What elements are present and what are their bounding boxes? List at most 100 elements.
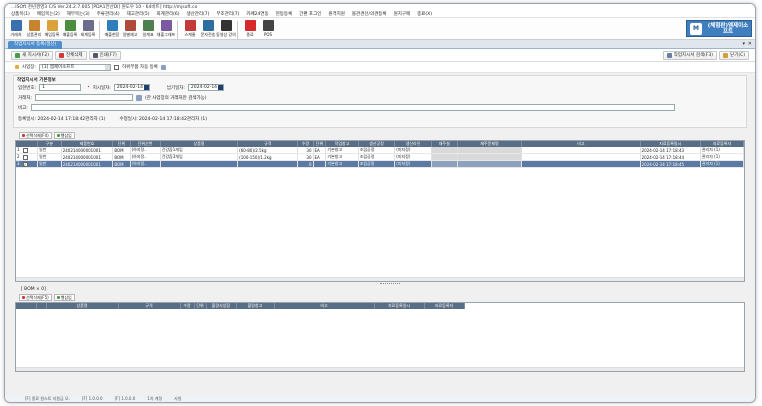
toolbar-button[interactable]: 회계등록 bbox=[79, 20, 97, 39]
table-cell[interactable]: 일반 bbox=[37, 160, 62, 168]
grid1-delete-button[interactable]: 선택삭제(F4) bbox=[19, 132, 52, 139]
table-cell[interactable]: 기본창고 bbox=[325, 153, 359, 161]
table-cell[interactable] bbox=[457, 153, 523, 161]
tab-dropdown-icon[interactable]: ▾ bbox=[742, 41, 745, 47]
table-cell[interactable]: (미지정) bbox=[394, 153, 432, 161]
print-button[interactable]: 인쇄(F7) bbox=[88, 50, 121, 60]
menu-item[interactable]: 원격지원 bbox=[328, 11, 345, 17]
column-header[interactable]: 비고 bbox=[274, 303, 375, 309]
menu-item[interactable]: 종료(X) bbox=[417, 11, 432, 17]
table-cell[interactable] bbox=[431, 160, 458, 168]
table-cell[interactable]: 3 bbox=[16, 160, 39, 168]
table-cell[interactable]: 기본창고 bbox=[325, 160, 359, 168]
menu-item[interactable]: 간편 포그인 bbox=[299, 11, 321, 17]
auto-register-checkbox[interactable] bbox=[113, 64, 119, 70]
table-cell[interactable] bbox=[521, 160, 641, 168]
column-header[interactable]: 수량 bbox=[180, 303, 195, 309]
column-header[interactable]: 상품명 bbox=[46, 303, 119, 309]
tab-work-order[interactable]: 작업지시서 등록(생산) bbox=[8, 41, 63, 49]
tab-close-icon[interactable]: ✕ bbox=[748, 41, 752, 47]
row-checkbox[interactable] bbox=[22, 154, 28, 160]
search-order-button[interactable]: 작업지시서 검색(F3) bbox=[662, 51, 718, 60]
table-cell[interactable]: 관리자 (1) bbox=[700, 153, 745, 161]
menu-item[interactable]: 볼관견신/의견등록 bbox=[352, 11, 387, 17]
menu-item[interactable]: 현등등록 bbox=[276, 11, 293, 17]
table-row[interactable]: 3 일반240214000001001BOM(하지정.. 0 기본창고조립공정(미지정… bbox=[16, 160, 745, 168]
business-select[interactable]: [1] 엠제이소프트 bbox=[38, 63, 111, 71]
menu-item[interactable]: 원지구매 bbox=[394, 11, 411, 17]
table-cell[interactable]: 관리자 (1) bbox=[700, 160, 745, 168]
table-cell[interactable] bbox=[521, 153, 641, 161]
row-checkbox[interactable] bbox=[22, 161, 28, 167]
splitter-handle[interactable] bbox=[5, 282, 755, 286]
column-header[interactable]: 자료등록일시 bbox=[374, 303, 425, 309]
table-cell[interactable]: 240214000001001 bbox=[61, 160, 114, 168]
toolbar-button[interactable]: 문자전송 bbox=[199, 20, 217, 39]
close-button[interactable]: 닫기(C) bbox=[719, 51, 749, 60]
table-cell[interactable]: 240214000001001 bbox=[61, 153, 114, 161]
table-cell[interactable]: EA bbox=[313, 153, 327, 161]
toolbar-button[interactable]: 상품관리 bbox=[25, 20, 43, 39]
table-cell[interactable]: (미지정) bbox=[394, 160, 432, 168]
column-header[interactable]: 자료등록자 bbox=[424, 303, 465, 309]
table-cell[interactable] bbox=[457, 160, 523, 168]
table-cell[interactable] bbox=[160, 160, 239, 168]
toolbar-button[interactable]: 매출현장 bbox=[103, 20, 121, 39]
menu-item[interactable]: 상품목(1) bbox=[11, 11, 30, 17]
table-cell[interactable]: 2024-02-14 17:18:45 bbox=[640, 160, 701, 168]
table-cell[interactable]: 30 bbox=[297, 153, 314, 161]
delete-all-button[interactable]: 전체삭제 bbox=[54, 50, 87, 60]
toolbar-button[interactable]: 종료 bbox=[241, 20, 259, 39]
client-input[interactable] bbox=[34, 94, 133, 101]
menu-item[interactable]: 카페24연동 bbox=[246, 11, 268, 17]
table-cell[interactable] bbox=[237, 160, 299, 168]
row-checkbox[interactable] bbox=[22, 147, 28, 153]
bom-delete-button[interactable]: 선택삭제(F5) bbox=[19, 294, 52, 301]
table-cell[interactable]: 건강즙3개입 bbox=[160, 153, 239, 161]
menu-item[interactable]: 재고관리(5) bbox=[127, 11, 150, 17]
table-cell[interactable]: BOM bbox=[112, 153, 131, 161]
due-date-picker[interactable]: 2024-02-14 bbox=[187, 84, 224, 91]
order-date-picker[interactable]: 2024-02-14 bbox=[113, 84, 150, 91]
toolbar-button[interactable]: 매입등록 bbox=[43, 20, 61, 39]
toolbar-button[interactable]: POS bbox=[259, 20, 277, 39]
table-cell[interactable]: 조립공정 bbox=[358, 160, 396, 168]
menu-item[interactable]: 주류관리(4) bbox=[97, 11, 120, 17]
toolbar-button[interactable]: 매출등록 bbox=[61, 20, 79, 39]
toolbar-button[interactable]: 스케줄 bbox=[181, 20, 199, 39]
table-cell[interactable]: 조립공정 bbox=[358, 153, 396, 161]
table-cell[interactable]: 0 bbox=[297, 160, 314, 168]
table-cell[interactable] bbox=[313, 160, 327, 168]
settings-icon[interactable] bbox=[160, 64, 166, 70]
column-header[interactable]: 불량창고 bbox=[236, 303, 275, 309]
grid1-horizontal-scrollbar[interactable] bbox=[16, 277, 744, 281]
table-cell[interactable]: BOM bbox=[112, 160, 131, 168]
table-cell[interactable]: (100-150)/1.2kg bbox=[237, 153, 299, 161]
column-header[interactable]: 단위 bbox=[194, 303, 207, 309]
client-search-icon[interactable] bbox=[135, 94, 142, 101]
table-cell[interactable] bbox=[431, 153, 458, 161]
table-cell[interactable]: 2 bbox=[16, 153, 39, 161]
memo-input[interactable] bbox=[30, 104, 675, 111]
order-no-input[interactable]: 1 bbox=[39, 84, 82, 91]
table-cell[interactable]: 2024-02-14 17:18:44 bbox=[640, 153, 701, 161]
table-cell[interactable]: 일반 bbox=[37, 153, 62, 161]
menu-item[interactable]: 부조관리(7) bbox=[216, 11, 239, 17]
column-header[interactable]: 불량사업장 bbox=[206, 303, 237, 309]
toolbar-button[interactable]: 재출그래프 bbox=[157, 20, 175, 39]
column-header[interactable] bbox=[36, 303, 47, 309]
table-row[interactable]: 2 일반 240214000001001 BOM (하지정.. 건강즙3개입 (100-15… bbox=[16, 153, 745, 161]
table-cell[interactable]: (하지정.. bbox=[130, 153, 161, 161]
column-header[interactable] bbox=[16, 303, 37, 309]
column-header[interactable]: 규격 bbox=[118, 303, 181, 309]
table-cell[interactable]: (하지정.. bbox=[130, 160, 161, 168]
grid1-insert-button[interactable]: 행삽입 bbox=[53, 132, 75, 139]
toolbar-button[interactable]: 동영상 강의 bbox=[216, 20, 236, 39]
toolbar-button[interactable]: 일별재고 bbox=[121, 20, 139, 39]
menu-item[interactable]: 회계관리(6) bbox=[157, 11, 180, 17]
menu-item[interactable]: 매입목는(2) bbox=[37, 11, 60, 17]
bom-insert-button[interactable]: 행삽입 bbox=[53, 294, 75, 301]
new-order-button[interactable]: 새 지시서(F2) bbox=[11, 50, 53, 60]
menu-item[interactable]: 생산관리(7) bbox=[186, 11, 209, 17]
bom-horizontal-scrollbar[interactable] bbox=[16, 367, 744, 371]
